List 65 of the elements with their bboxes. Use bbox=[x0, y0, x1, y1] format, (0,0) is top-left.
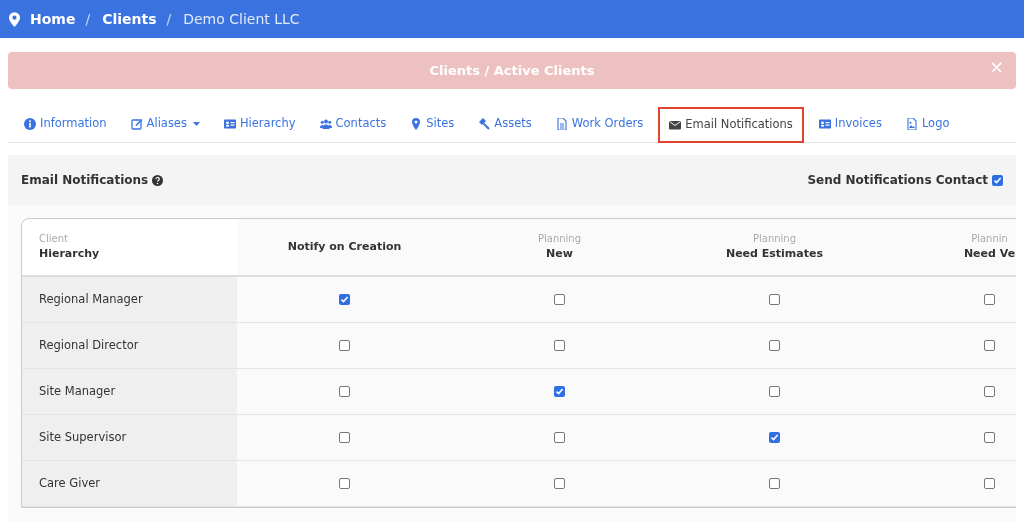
id-card-icon bbox=[818, 118, 831, 130]
document-icon bbox=[555, 118, 568, 130]
column-header: Need Ve bbox=[963, 246, 1016, 263]
column-group-label: Client bbox=[39, 232, 69, 247]
checkbox[interactable] bbox=[992, 174, 1003, 186]
alert-title: Clients / Active Clients bbox=[429, 61, 595, 80]
checkbox[interactable] bbox=[769, 386, 780, 397]
checkbox[interactable] bbox=[339, 294, 350, 305]
column-header: Need Estimates bbox=[725, 246, 824, 263]
tab[interactable]: Aliases bbox=[121, 106, 209, 142]
tab[interactable]: Invoices bbox=[809, 106, 891, 142]
checkbox[interactable] bbox=[339, 478, 350, 489]
tab[interactable]: Contacts bbox=[310, 106, 396, 142]
gavel-icon bbox=[478, 118, 491, 130]
breadcrumb-link[interactable]: Home bbox=[30, 8, 76, 30]
checkbox[interactable] bbox=[554, 478, 565, 489]
checkbox[interactable] bbox=[984, 478, 995, 489]
row-header: Site Supervisor bbox=[22, 415, 237, 460]
image-file-icon bbox=[905, 118, 918, 130]
breadcrumb-current: Demo Client LLC bbox=[183, 9, 300, 29]
help-icon[interactable] bbox=[152, 174, 164, 186]
checkbox[interactable] bbox=[554, 386, 565, 397]
tab[interactable]: Assets bbox=[469, 106, 541, 142]
info-icon bbox=[24, 118, 36, 130]
checkbox[interactable] bbox=[984, 340, 995, 351]
tab[interactable]: Logo bbox=[896, 106, 959, 142]
row-header: Regional Director bbox=[22, 323, 237, 368]
panel-title: Email Notifications bbox=[21, 172, 149, 189]
column-header: New bbox=[546, 246, 573, 263]
checkbox[interactable] bbox=[769, 432, 780, 443]
tab[interactable]: Work Orders bbox=[546, 106, 653, 142]
edit-icon bbox=[130, 118, 143, 130]
checkbox[interactable] bbox=[984, 386, 995, 397]
checkbox[interactable] bbox=[769, 294, 780, 305]
breadcrumb-link[interactable]: Clients bbox=[102, 8, 157, 30]
column-group-label: Planning bbox=[537, 232, 582, 247]
checkbox[interactable] bbox=[339, 432, 350, 443]
row-header: Regional Manager bbox=[22, 277, 237, 322]
tab[interactable]: Email Notifications bbox=[658, 107, 804, 143]
checkbox[interactable] bbox=[554, 432, 565, 443]
id-card-icon bbox=[223, 118, 236, 130]
send-contact-label: Send Notifications Contact bbox=[807, 172, 988, 189]
checkbox[interactable] bbox=[554, 294, 565, 305]
tab[interactable]: Sites bbox=[401, 106, 464, 142]
column-header: Notify on Creation bbox=[287, 238, 402, 255]
row-header: Site Manager bbox=[22, 369, 237, 414]
checkbox[interactable] bbox=[984, 432, 995, 443]
checkbox[interactable] bbox=[554, 340, 565, 351]
column-header: Hierarchy bbox=[39, 246, 101, 263]
envelope-icon bbox=[669, 119, 682, 131]
column-group-label: Planning bbox=[752, 232, 797, 247]
breadcrumb-separator: / bbox=[166, 9, 172, 29]
map-pin-icon bbox=[410, 118, 423, 130]
checkbox[interactable] bbox=[984, 294, 995, 305]
breadcrumb-separator: / bbox=[85, 9, 91, 29]
tab[interactable]: Hierarchy bbox=[214, 106, 305, 142]
checkbox[interactable] bbox=[339, 340, 350, 351]
checkbox[interactable] bbox=[769, 478, 780, 489]
column-group-label: Plannin bbox=[971, 232, 1008, 247]
users-icon bbox=[319, 118, 332, 130]
row-header: Care Giver bbox=[22, 461, 237, 506]
map-pin-icon bbox=[9, 11, 20, 27]
checkbox[interactable] bbox=[339, 386, 350, 397]
checkbox[interactable] bbox=[769, 340, 780, 351]
tab[interactable]: Information bbox=[15, 106, 116, 142]
